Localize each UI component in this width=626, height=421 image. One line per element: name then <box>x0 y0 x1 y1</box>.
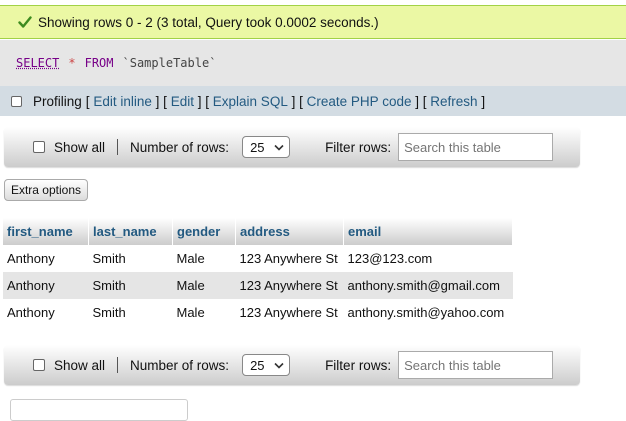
column-header-first-name[interactable]: first_name <box>3 218 89 245</box>
cell-gender: Male <box>172 245 236 272</box>
table-row[interactable]: Anthony Smith Male 123 Anywhere St antho… <box>3 272 513 299</box>
divider <box>117 357 119 373</box>
filter-rows-label: Filter rows: <box>325 357 392 373</box>
sql-keyword-from: FROM <box>84 56 114 70</box>
results-table: first_name last_name gender address emai… <box>3 218 513 326</box>
sql-keyword-select[interactable]: SELECT <box>16 56 59 70</box>
explain-sql-link[interactable]: Explain SQL <box>213 94 288 109</box>
check-icon <box>18 16 32 28</box>
rows-per-page-value: 25 <box>250 357 265 373</box>
cell-first-name: Anthony <box>3 272 89 299</box>
show-all-checkbox[interactable] <box>33 141 45 153</box>
cell-last-name: Smith <box>88 299 173 326</box>
filter-rows-input[interactable] <box>398 351 554 379</box>
column-header-gender[interactable]: gender <box>172 218 236 245</box>
number-of-rows-label: Number of rows: <box>130 139 230 155</box>
filter-rows-input[interactable] <box>398 133 554 161</box>
table-row[interactable]: Anthony Smith Male 123 Anywhere St 123@1… <box>3 245 513 272</box>
sql-table-name: `SampleTable` <box>122 56 217 70</box>
cell-address: 123 Anywhere St <box>235 299 344 326</box>
create-php-code-link[interactable]: Create PHP code <box>307 94 412 109</box>
edit-inline-link[interactable]: Edit inline <box>93 94 152 109</box>
show-all-label[interactable]: Show all <box>54 140 105 155</box>
cell-first-name: Anthony <box>3 299 89 326</box>
bracket-close: ] <box>415 93 419 109</box>
table-row[interactable]: Anthony Smith Male 123 Anywhere St antho… <box>3 299 513 326</box>
success-message-bar: Showing rows 0 - 2 (3 total, Query took … <box>0 5 626 39</box>
bracket-close: ] <box>197 93 202 109</box>
rows-per-page-select[interactable]: 25 <box>242 136 291 158</box>
bracket-close: ] <box>155 93 160 109</box>
bottom-nav-bar: Show all Number of rows: 25 Filter rows: <box>4 345 580 385</box>
cell-address: 123 Anywhere St <box>235 272 344 299</box>
profiling-label: Profiling <box>33 93 82 109</box>
bracket-open: [ <box>299 93 303 109</box>
filter-rows-label: Filter rows: <box>325 139 392 155</box>
bracket-open: [ <box>163 93 167 109</box>
table-header-row: first_name last_name gender address emai… <box>3 218 513 245</box>
show-all-checkbox[interactable] <box>33 359 45 371</box>
cell-email: anthony.smith@gmail.com <box>343 272 513 299</box>
bracket-open: [ <box>205 93 210 109</box>
cell-address: 123 Anywhere St <box>235 245 344 272</box>
chevron-down-icon <box>274 362 284 369</box>
profiling-bar: Profiling [ Edit inline ] [ Edit ] [ Exp… <box>0 86 626 116</box>
edit-link[interactable]: Edit <box>171 94 194 109</box>
cell-gender: Male <box>172 299 236 326</box>
extra-options-button[interactable]: Extra options <box>4 179 88 201</box>
sql-star: * <box>68 56 76 70</box>
success-message-text: Showing rows 0 - 2 (3 total, Query took … <box>38 14 379 30</box>
column-header-email[interactable]: email <box>343 218 513 245</box>
divider <box>117 139 119 155</box>
chevron-down-icon <box>274 144 284 151</box>
column-header-address[interactable]: address <box>235 218 344 245</box>
cell-email: 123@123.com <box>343 245 513 272</box>
rows-per-page-select[interactable]: 25 <box>242 354 291 376</box>
bracket-open: [ <box>85 93 90 109</box>
bracket-close: ] <box>291 93 296 109</box>
bottom-select-box[interactable] <box>10 399 188 421</box>
cell-first-name: Anthony <box>3 245 89 272</box>
cell-last-name: Smith <box>88 272 173 299</box>
cell-last-name: Smith <box>88 245 173 272</box>
column-header-last-name[interactable]: last_name <box>88 218 173 245</box>
bracket-close: ] <box>481 93 486 109</box>
top-nav-bar: Show all Number of rows: 25 Filter rows: <box>4 127 580 167</box>
profiling-checkbox[interactable] <box>11 95 22 107</box>
sql-query-box: SELECT * FROM `SampleTable` <box>0 40 626 86</box>
cell-email: anthony.smith@yahoo.com <box>343 299 513 326</box>
bracket-open: [ <box>422 93 427 109</box>
show-all-label[interactable]: Show all <box>54 358 105 373</box>
refresh-link[interactable]: Refresh <box>430 94 477 109</box>
cell-gender: Male <box>172 272 236 299</box>
rows-per-page-value: 25 <box>250 139 265 155</box>
number-of-rows-label: Number of rows: <box>130 357 230 373</box>
